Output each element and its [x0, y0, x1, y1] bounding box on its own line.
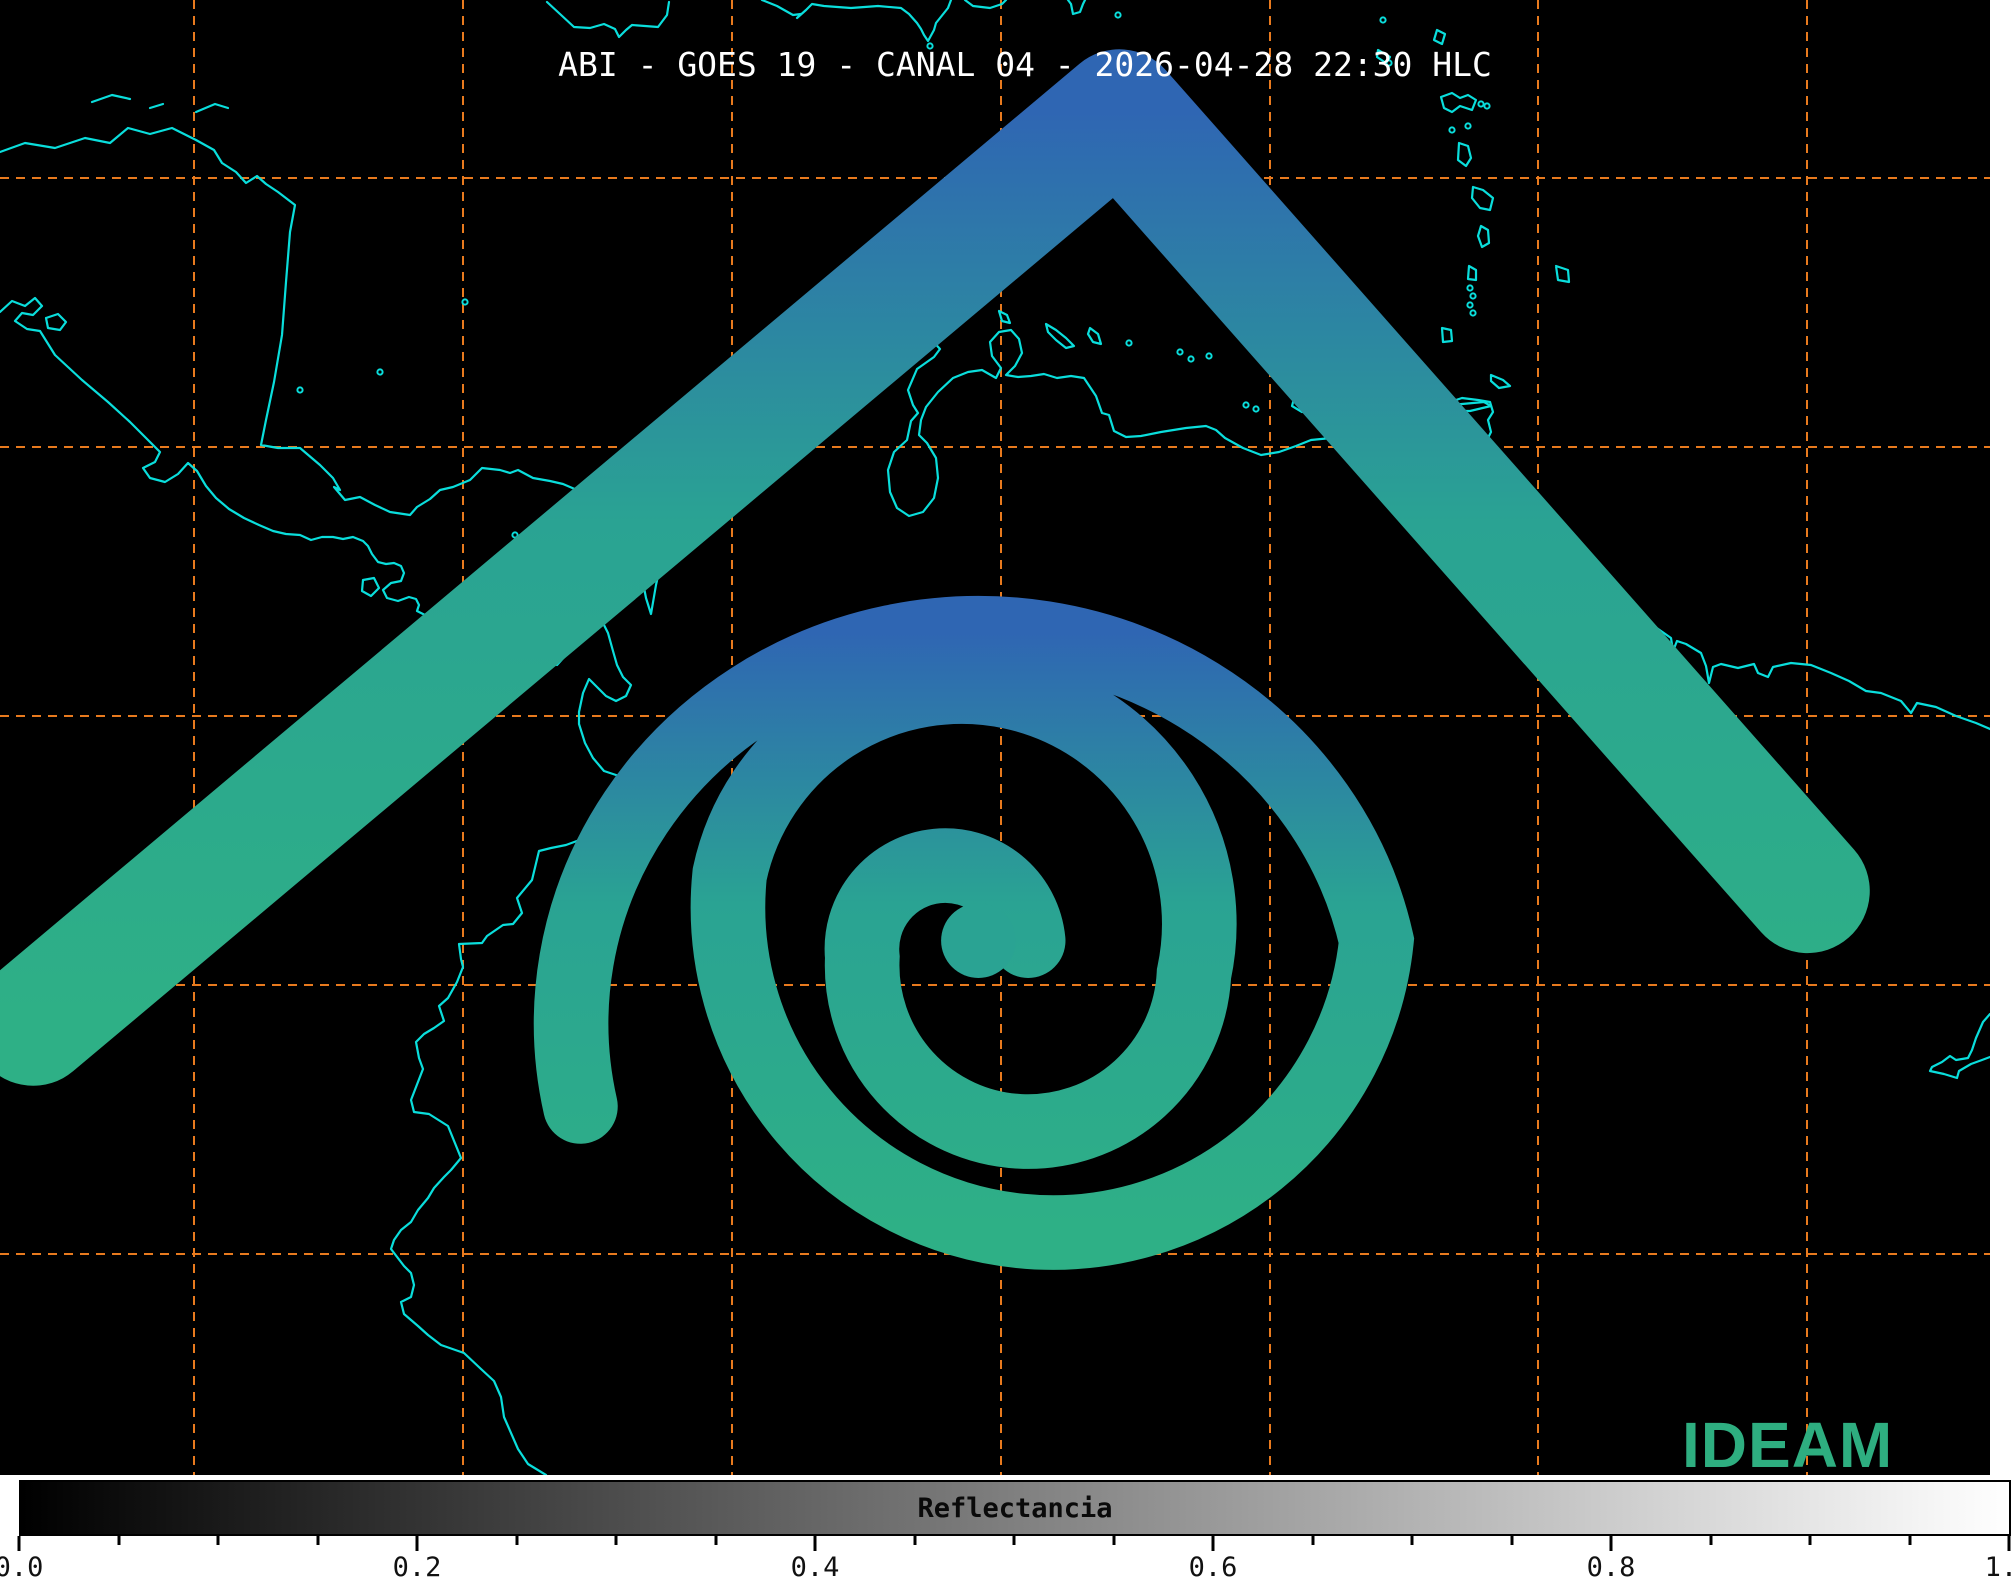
- colorbar-tick-label: 1.0: [1985, 1552, 2011, 1577]
- colorbar-label: Reflectancia: [21, 1482, 2009, 1534]
- colorbar-minor-tick: [615, 1536, 618, 1545]
- colorbar-major-tick: [18, 1536, 21, 1551]
- satellite-product-page: ABI - GOES 19 - CANAL 04 - 2026-04-28 22…: [0, 0, 2011, 1577]
- colorbar-minor-tick: [1112, 1536, 1115, 1545]
- colorbar-minor-tick: [1908, 1536, 1911, 1545]
- colorbar-minor-tick: [1311, 1536, 1314, 1545]
- colorbar-minor-tick: [1510, 1536, 1513, 1545]
- ideam-logo-text: IDEAM: [1682, 1408, 1893, 1482]
- colorbar-tick-label: 0.4: [791, 1552, 840, 1577]
- colorbar-major-tick: [814, 1536, 817, 1551]
- colorbar-major-tick: [2008, 1536, 2011, 1551]
- colorbar-minor-tick: [316, 1536, 319, 1545]
- satellite-map: ABI - GOES 19 - CANAL 04 - 2026-04-28 22…: [0, 0, 1990, 1475]
- colorbar-tick-label: 0.8: [1587, 1552, 1636, 1577]
- colorbar-major-tick: [416, 1536, 419, 1551]
- ideam-logo-icon: [0, 0, 1990, 1475]
- colorbar-minor-tick: [515, 1536, 518, 1545]
- colorbar-minor-tick: [1013, 1536, 1016, 1545]
- colorbar-tick-label: 0.0: [0, 1552, 43, 1577]
- map-title: ABI - GOES 19 - CANAL 04 - 2026-04-28 22…: [30, 45, 2011, 84]
- ideam-swirl-eye-icon: [941, 903, 1016, 978]
- colorbar-minor-tick: [1709, 1536, 1712, 1545]
- colorbar-minor-tick: [913, 1536, 916, 1545]
- reflectance-colorbar: Reflectancia: [19, 1480, 2011, 1536]
- colorbar-minor-tick: [1809, 1536, 1812, 1545]
- colorbar-minor-tick: [117, 1536, 120, 1545]
- colorbar-minor-tick: [217, 1536, 220, 1545]
- colorbar-minor-tick: [714, 1536, 717, 1545]
- colorbar-tick-label: 0.2: [393, 1552, 442, 1577]
- colorbar-minor-tick: [1411, 1536, 1414, 1545]
- colorbar-major-tick: [1212, 1536, 1215, 1551]
- colorbar-major-tick: [1610, 1536, 1613, 1551]
- colorbar-tick-label: 0.6: [1189, 1552, 1238, 1577]
- colorbar-axis: 0.00.20.40.60.81.0: [19, 1536, 2009, 1577]
